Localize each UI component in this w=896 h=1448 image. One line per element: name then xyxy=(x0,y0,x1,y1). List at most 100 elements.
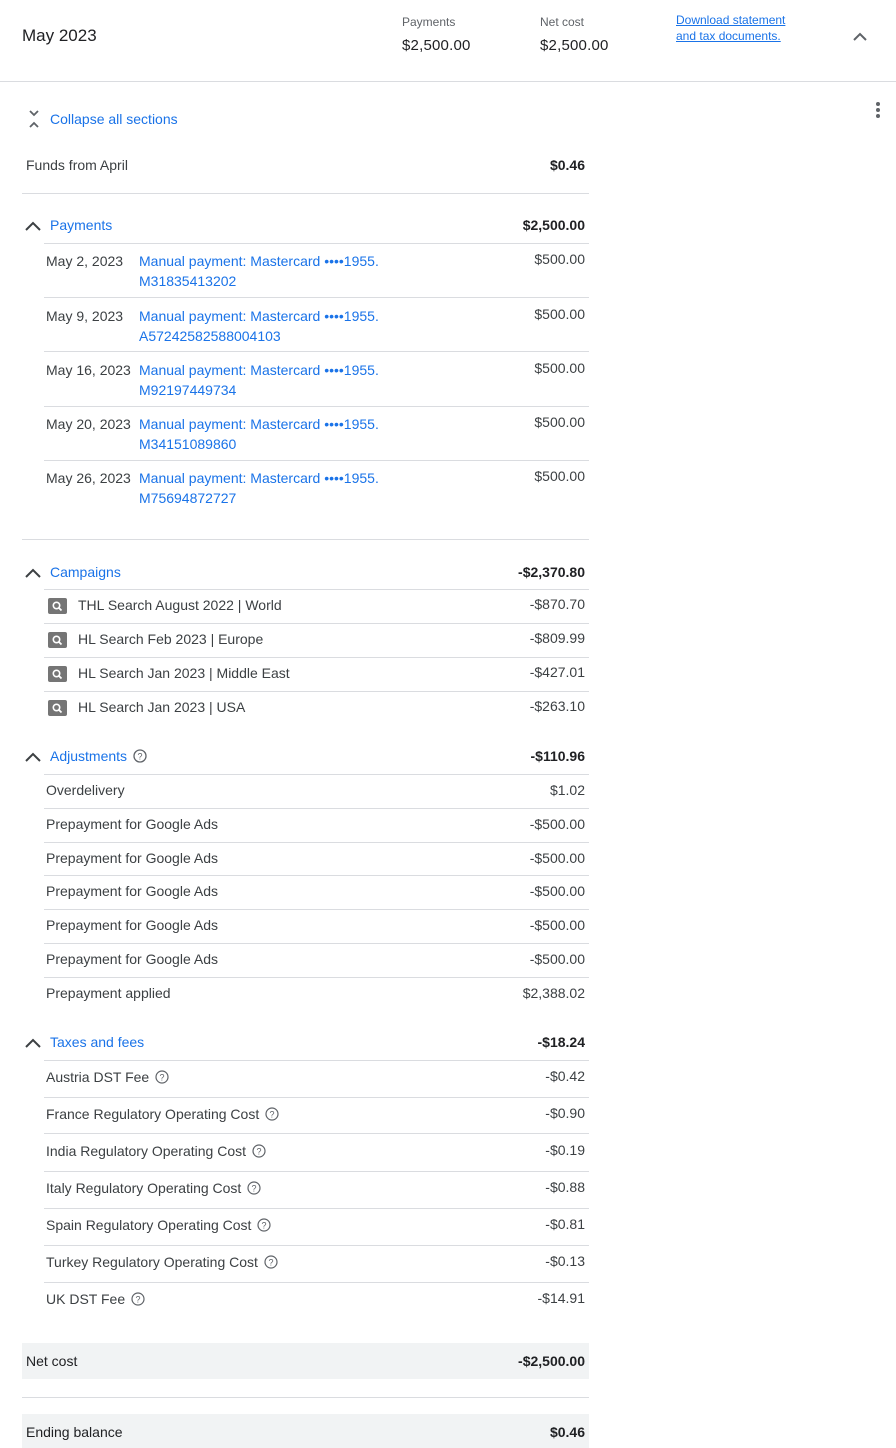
help-icon[interactable]: ? xyxy=(133,749,147,763)
tax-name: Italy Regulatory Operating Cost? xyxy=(46,1180,261,1196)
adjustments-section-title[interactable]: Adjustments? xyxy=(50,748,147,764)
payment-date: May 16, 2023 xyxy=(46,362,131,378)
svg-text:?: ? xyxy=(268,1258,273,1268)
payments-summary: Payments $2,500.00 xyxy=(402,15,471,54)
adjustment-amount: $1.02 xyxy=(549,782,585,798)
payment-description-link[interactable]: Manual payment: Mastercard ••••1955. M92… xyxy=(139,360,409,400)
collapse-all-button[interactable]: Collapse all sections xyxy=(26,108,178,130)
chevron-up-icon[interactable] xyxy=(24,1036,42,1050)
campaign-row: THL Search August 2022 | World -$870.70 xyxy=(22,589,589,623)
campaign-row: HL Search Jan 2023 | USA -$263.10 xyxy=(22,691,589,725)
payments-summary-label: Payments xyxy=(402,15,456,29)
adjustment-name: Prepayment for Google Ads xyxy=(46,883,218,899)
tax-row: India Regulatory Operating Cost? -$0.19 xyxy=(22,1134,589,1171)
payments-section-title[interactable]: Payments xyxy=(50,217,112,233)
chevron-up-icon[interactable] xyxy=(24,566,42,580)
taxes-section-header[interactable]: Taxes and fees -$18.24 xyxy=(22,1029,589,1059)
payment-amount: $500.00 xyxy=(534,414,585,430)
help-icon[interactable]: ? xyxy=(264,1255,278,1269)
net-cost-amount: -$2,500.00 xyxy=(518,1353,585,1369)
campaign-amount: -$870.70 xyxy=(529,596,585,612)
tax-amount: -$0.81 xyxy=(545,1216,585,1232)
adjustment-name: Prepayment for Google Ads xyxy=(46,850,218,866)
adjustment-row: Prepayment for Google Ads -$500.00 xyxy=(22,842,589,876)
adjustment-name: Prepayment for Google Ads xyxy=(46,816,218,832)
payment-description-link[interactable]: Manual payment: Mastercard ••••1955. A57… xyxy=(139,306,409,346)
svg-text:?: ? xyxy=(160,1073,165,1083)
tax-amount: -$0.42 xyxy=(545,1068,585,1084)
adjustment-name: Prepayment for Google Ads xyxy=(46,951,218,967)
help-icon[interactable]: ? xyxy=(257,1218,272,1232)
chevron-up-icon[interactable] xyxy=(850,27,870,47)
svg-text:?: ? xyxy=(252,1184,257,1194)
payment-row: May 2, 2023 Manual payment: Mastercard •… xyxy=(22,243,589,297)
search-campaign-icon xyxy=(48,632,67,648)
campaign-name: HL Search Jan 2023 | USA xyxy=(78,699,246,715)
tax-row: Italy Regulatory Operating Cost? -$0.88 xyxy=(22,1171,589,1208)
adjustment-row: Overdelivery $1.02 xyxy=(22,774,589,808)
funds-from-row: Funds from April $0.46 xyxy=(22,156,589,176)
tax-row: Spain Regulatory Operating Cost? -$0.81 xyxy=(22,1208,589,1245)
tax-name: India Regulatory Operating Cost? xyxy=(46,1143,266,1159)
tax-name-text: UK DST Fee xyxy=(46,1291,126,1307)
payments-section-header[interactable]: Payments $2,500.00 xyxy=(22,212,589,242)
help-icon[interactable]: ? xyxy=(247,1181,261,1195)
funds-from-amount: $0.46 xyxy=(549,157,585,173)
divider xyxy=(22,193,589,194)
tax-name: UK DST Fee? xyxy=(46,1291,145,1307)
tax-amount: -$0.88 xyxy=(545,1179,585,1195)
taxes-section-title[interactable]: Taxes and fees xyxy=(50,1034,144,1050)
campaign-name: HL Search Feb 2023 | Europe xyxy=(78,631,264,647)
tax-name-text: Austria DST Fee xyxy=(46,1069,150,1085)
payment-date: May 26, 2023 xyxy=(46,470,131,486)
payment-description-link[interactable]: Manual payment: Mastercard ••••1955. M75… xyxy=(139,468,409,508)
chevron-up-icon[interactable] xyxy=(24,750,42,764)
help-icon[interactable]: ? xyxy=(252,1144,266,1158)
campaign-amount: -$809.99 xyxy=(529,630,585,646)
divider xyxy=(22,539,589,540)
campaign-row: HL Search Jan 2023 | Middle East -$427.0… xyxy=(22,657,589,691)
tax-name-text: India Regulatory Operating Cost xyxy=(46,1143,246,1159)
campaign-name: HL Search Jan 2023 | Middle East xyxy=(78,665,290,681)
adjustment-name: Prepayment for Google Ads xyxy=(46,917,218,933)
help-icon[interactable]: ? xyxy=(131,1292,145,1306)
net-cost-summary: Net cost $2,500.00 xyxy=(540,15,609,54)
adjustment-amount: -$500.00 xyxy=(529,917,585,933)
tax-amount: -$0.13 xyxy=(545,1253,585,1269)
adjustment-amount: -$500.00 xyxy=(529,850,585,866)
ending-balance-amount: $0.46 xyxy=(549,1424,585,1440)
statement-month: May 2023 xyxy=(22,26,97,45)
adjustment-row: Prepayment for Google Ads -$500.00 xyxy=(22,943,589,977)
svg-text:?: ? xyxy=(262,1221,267,1231)
net-cost-summary-label: Net cost xyxy=(540,15,585,29)
campaigns-section-title[interactable]: Campaigns xyxy=(50,564,121,580)
adjustments-title-text: Adjustments xyxy=(50,748,128,764)
tax-row: Turkey Regulatory Operating Cost? -$0.13 xyxy=(22,1245,589,1282)
payment-description-link[interactable]: Manual payment: Mastercard ••••1955. M31… xyxy=(139,251,409,291)
tax-amount: -$0.90 xyxy=(545,1105,585,1121)
download-statement-link[interactable]: Download statement and tax documents. xyxy=(676,12,796,44)
payment-description-link[interactable]: Manual payment: Mastercard ••••1955. M34… xyxy=(139,414,409,454)
campaigns-section-header[interactable]: Campaigns -$2,370.80 xyxy=(22,559,589,589)
net-cost-row: Net cost -$2,500.00 xyxy=(22,1343,589,1379)
collapse-all-label: Collapse all sections xyxy=(50,111,178,127)
payment-row: May 20, 2023 Manual payment: Mastercard … xyxy=(22,406,589,460)
search-campaign-icon xyxy=(48,700,67,716)
chevron-up-icon[interactable] xyxy=(24,219,42,233)
help-icon[interactable]: ? xyxy=(265,1107,279,1121)
campaign-row: HL Search Feb 2023 | Europe -$809.99 xyxy=(22,623,589,657)
tax-name: Spain Regulatory Operating Cost? xyxy=(46,1217,272,1233)
help-icon[interactable]: ? xyxy=(155,1070,169,1084)
campaign-name: THL Search August 2022 | World xyxy=(78,597,282,613)
adjustment-amount: -$500.00 xyxy=(529,951,585,967)
more-vert-icon[interactable] xyxy=(869,100,887,122)
svg-text:?: ? xyxy=(136,1295,141,1305)
adjustment-row: Prepayment for Google Ads -$500.00 xyxy=(22,909,589,943)
adjustments-section-header[interactable]: Adjustments? -$110.96 xyxy=(22,743,589,773)
adjustment-row: Prepayment applied $2,388.02 xyxy=(22,977,589,1011)
tax-row: France Regulatory Operating Cost? -$0.90 xyxy=(22,1097,589,1134)
svg-text:?: ? xyxy=(270,1110,275,1120)
tax-name-text: Turkey Regulatory Operating Cost xyxy=(46,1254,258,1270)
tax-name: France Regulatory Operating Cost? xyxy=(46,1106,279,1122)
adjustment-name: Prepayment applied xyxy=(46,985,171,1001)
